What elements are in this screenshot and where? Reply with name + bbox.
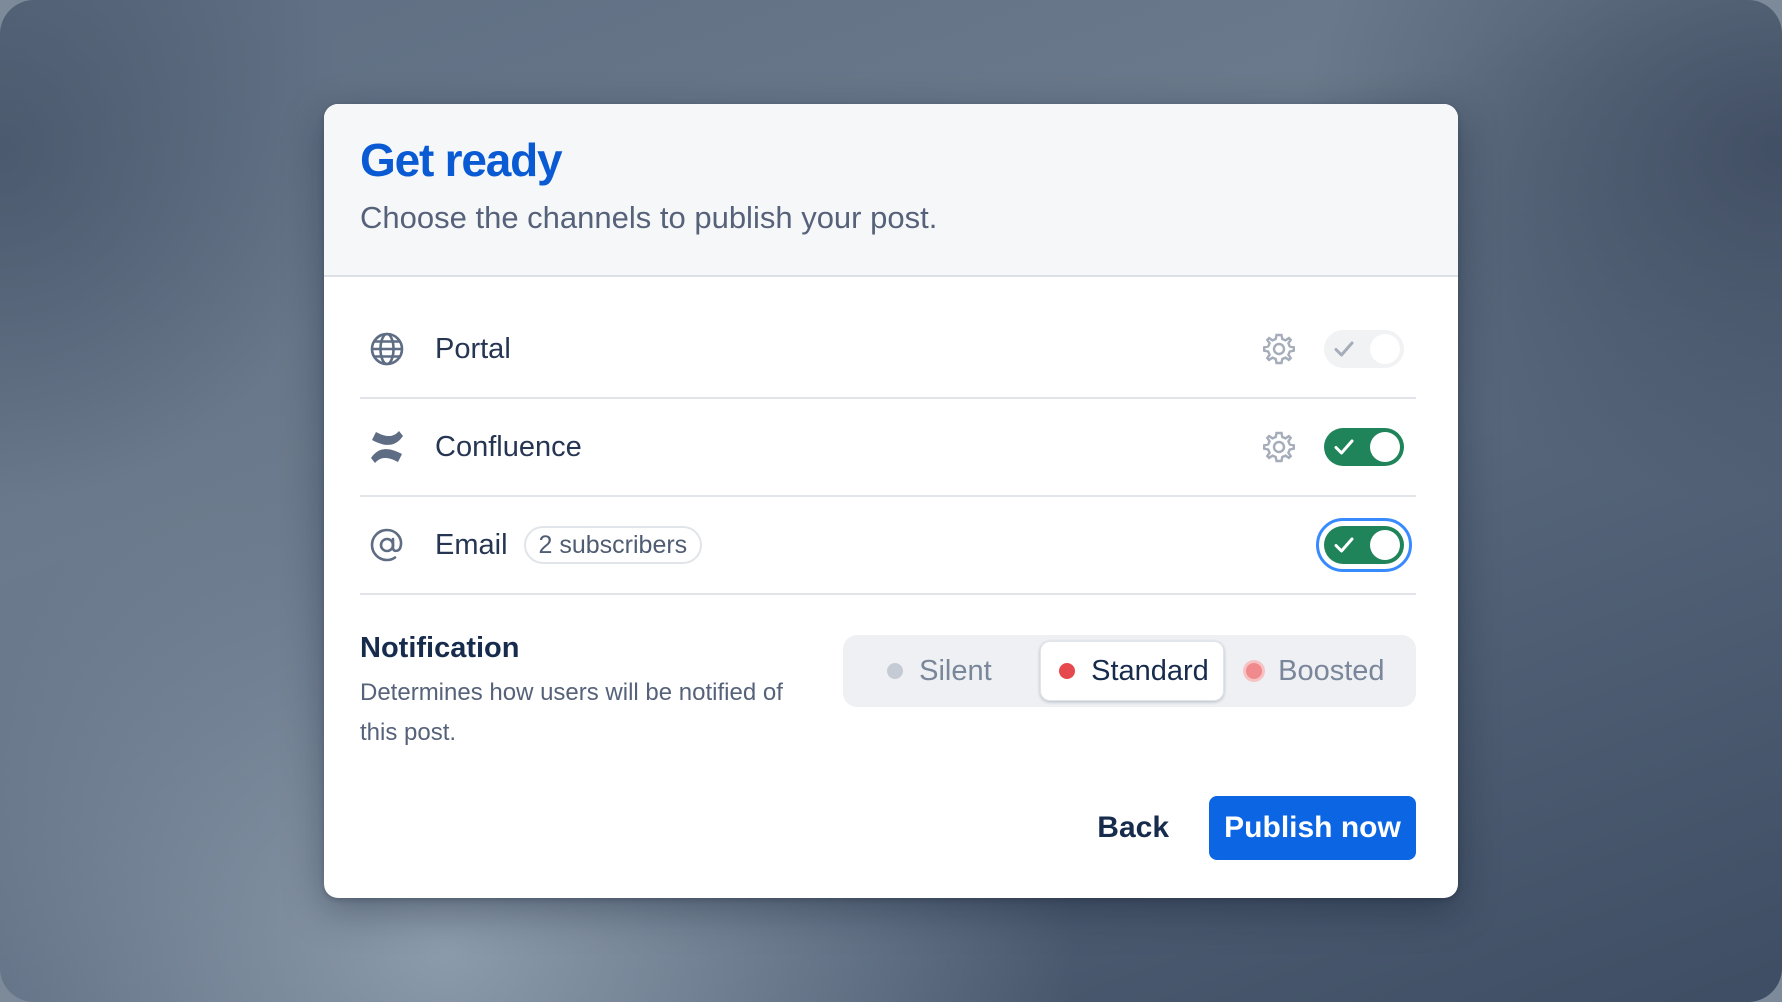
channel-label-email: Email [435, 528, 508, 561]
dialog-header: Get ready Choose the channels to publish… [324, 104, 1458, 277]
dialog-subtitle: Choose the channels to publish your post… [360, 200, 938, 235]
portal-settings-gear-icon[interactable] [1262, 332, 1296, 366]
channel-row-email: Email 2 subscribers [360, 497, 1416, 595]
publish-dialog: Get ready Choose the channels to publish… [324, 104, 1458, 898]
option-standard[interactable]: Standard [1040, 641, 1225, 701]
portal-toggle[interactable] [1324, 330, 1404, 368]
boosted-dot-icon [1246, 663, 1263, 679]
confluence-settings-gear-icon[interactable] [1262, 430, 1296, 464]
silent-dot-icon [887, 663, 904, 679]
publish-now-button[interactable]: Publish now [1209, 796, 1416, 860]
at-sign-icon [364, 522, 410, 568]
globe-icon [364, 326, 410, 372]
subscriber-count-badge: 2 subscribers [523, 526, 703, 564]
option-boosted[interactable]: Boosted [1243, 641, 1385, 701]
dialog-title: Get ready [360, 134, 563, 186]
confluence-logo-icon [364, 424, 410, 470]
option-boosted-label: Boosted [1278, 654, 1385, 687]
dialog-footer: Back Publish now [1097, 796, 1416, 860]
notification-level-selector: Silent Standard Boosted [843, 635, 1416, 707]
dialog-body: Portal Confluence Email 2 subscribers No… [324, 277, 1458, 753]
channel-row-portal: Portal [360, 301, 1416, 399]
confluence-toggle[interactable] [1324, 428, 1404, 466]
option-standard-label: Standard [1091, 654, 1209, 687]
notification-title: Notification [360, 632, 520, 664]
option-silent-label: Silent [919, 654, 992, 687]
channel-label-confluence: Confluence [435, 430, 582, 463]
channel-row-confluence: Confluence [360, 399, 1416, 497]
notification-section: Notification Determines how users will b… [360, 631, 1416, 753]
channel-label-portal: Portal [435, 332, 511, 365]
standard-dot-icon [1059, 663, 1076, 679]
notification-description: Determines how users will be notified of… [360, 679, 783, 746]
back-button[interactable]: Back [1097, 811, 1169, 845]
option-silent[interactable]: Silent [887, 641, 992, 701]
email-toggle[interactable] [1324, 526, 1404, 564]
toggle-knob [1370, 334, 1400, 364]
toggle-knob [1370, 530, 1400, 560]
toggle-knob [1370, 432, 1400, 462]
notification-text: Notification Determines how users will b… [360, 631, 819, 753]
